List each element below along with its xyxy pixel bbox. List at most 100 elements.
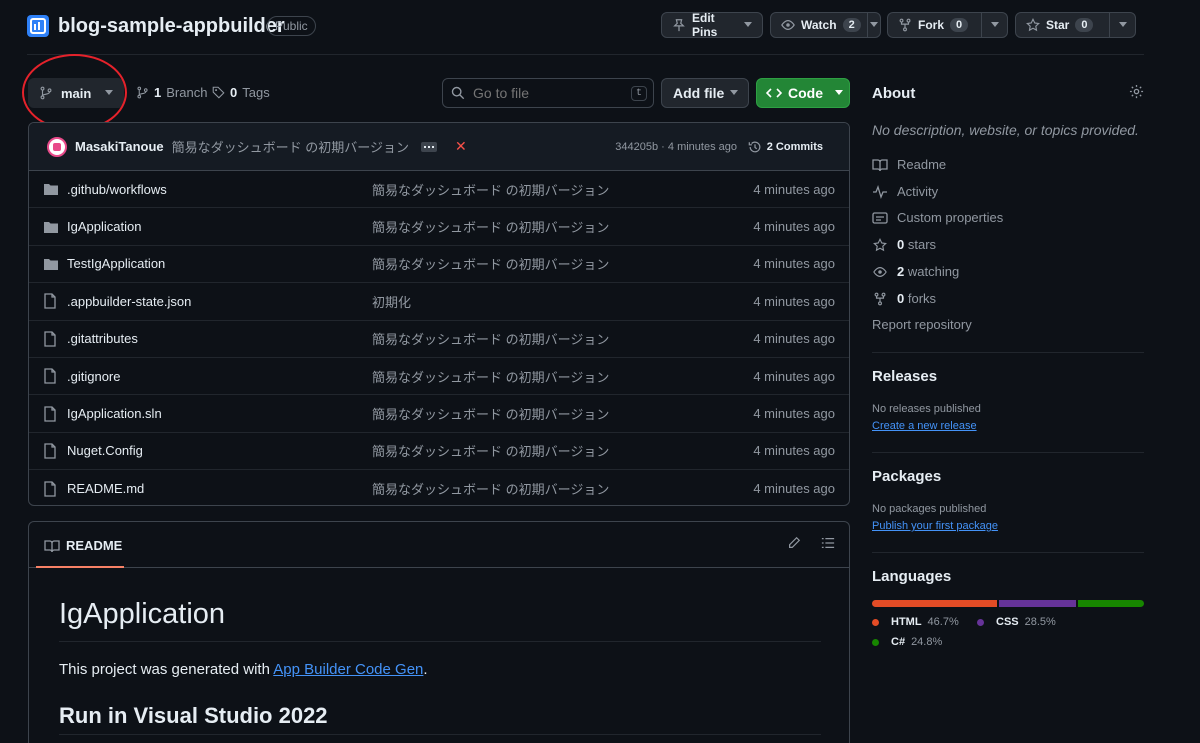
stars-link[interactable]: 0 stars (872, 237, 936, 252)
file-icon (43, 443, 59, 459)
eye-icon (781, 18, 795, 32)
commit-message[interactable]: 簡易なダッシュボード の初期バージョン (172, 137, 409, 156)
branch-selector[interactable]: main (28, 78, 124, 108)
code-label: Code (788, 85, 823, 101)
go-to-file-search[interactable]: t (442, 78, 654, 108)
watching-link[interactable]: 2 watching (872, 264, 959, 279)
active-tab-underline (36, 566, 124, 568)
language-item[interactable]: CSS 28.5% (977, 616, 1056, 628)
file-row[interactable]: TestIgApplication 簡易なダッシュボード の初期バージョン 4 mi… (29, 246, 849, 284)
folder-icon (43, 220, 59, 234)
publish-package-link[interactable]: Publish your first package (872, 520, 998, 532)
readme-link[interactable]: Readme (872, 157, 946, 172)
forks-link[interactable]: 0 forks (872, 291, 936, 306)
pulse-icon (872, 184, 888, 199)
branches-link[interactable]: 1 Branch (136, 85, 207, 100)
file-commit-message[interactable]: 簡易なダッシュボード の初期バージョン (372, 404, 609, 423)
file-commit-message[interactable]: 簡易なダッシュボード の初期バージョン (372, 367, 609, 386)
failed-status-icon[interactable]: ✕ (455, 138, 467, 155)
watching-count: 2 (897, 264, 905, 279)
forks-count: 0 (897, 291, 905, 306)
file-commit-message[interactable]: 簡易なダッシュボード の初期バージョン (372, 479, 609, 498)
file-name[interactable]: .appbuilder-state.json (67, 294, 372, 309)
file-name[interactable]: README.md (67, 481, 372, 496)
packages-heading[interactable]: Packages (872, 468, 941, 485)
fork-dropdown[interactable] (981, 13, 1007, 37)
commits-link[interactable]: 2 Commits (748, 140, 823, 154)
ellipsis-icon[interactable] (420, 141, 437, 152)
file-row[interactable]: IgApplication 簡易なダッシュボード の初期バージョン 4 minute… (29, 208, 849, 246)
stars-label: stars (907, 237, 937, 252)
star-dropdown[interactable] (1109, 13, 1135, 37)
watch-label: Watch (801, 18, 837, 32)
search-input[interactable] (473, 85, 623, 101)
file-commit-time: 4 minutes ago (753, 293, 835, 309)
file-row[interactable]: IgApplication.sln 簡易なダッシュボード の初期バージョン 4 mi… (29, 395, 849, 433)
chevron-down-icon (869, 22, 878, 28)
file-commit-message[interactable]: 簡易なダッシュボード の初期バージョン (372, 217, 609, 236)
watch-count: 2 (842, 18, 861, 32)
file-commit-time: 4 minutes ago (753, 368, 835, 384)
add-file-button[interactable]: Add file (661, 78, 749, 108)
language-percent: 28.5% (1024, 616, 1056, 628)
file-name[interactable]: TestIgApplication (67, 256, 372, 271)
forks-label: forks (907, 291, 937, 306)
search-shortcut: t (631, 85, 648, 101)
file-commit-message[interactable]: 簡易なダッシュボード の初期バージョン (372, 180, 609, 199)
outline-list-icon[interactable] (821, 536, 835, 550)
code-button[interactable]: Code (756, 78, 850, 108)
activity-link[interactable]: Activity (872, 184, 938, 199)
avatar[interactable] (47, 136, 67, 157)
file-name[interactable]: IgApplication.sln (67, 406, 372, 421)
file-row[interactable]: Nuget.Config 簡易なダッシュボード の初期バージョン 4 minutes… (29, 433, 849, 471)
edit-pins-button[interactable]: Edit Pins (661, 11, 763, 39)
file-commit-time: 4 minutes ago (753, 481, 835, 497)
fork-count: 0 (950, 18, 969, 32)
tab-readme[interactable]: README (44, 538, 122, 553)
history-icon (748, 140, 762, 154)
star-button[interactable]: Star 0 (1015, 12, 1136, 38)
repo-name[interactable]: blog-sample-appbuilder (58, 15, 285, 38)
file-commit-time: 4 minutes ago (753, 443, 835, 459)
add-file-label: Add file (673, 85, 725, 101)
commit-meta[interactable]: 344205b · 4 minutes ago (615, 141, 737, 153)
file-commit-message[interactable]: 簡易なダッシュボード の初期バージョン (372, 441, 609, 460)
tag-icon (212, 86, 225, 99)
language-bar-segment (872, 600, 998, 607)
app-builder-link[interactable]: App Builder Code Gen (273, 661, 423, 678)
file-row[interactable]: .github/workflows 簡易なダッシュボード の初期バージョン 4 mi… (29, 171, 849, 209)
git-branch-icon (39, 86, 53, 100)
file-name[interactable]: .gitattributes (67, 331, 372, 346)
pencil-icon[interactable] (787, 536, 801, 550)
report-repository-link[interactable]: Report repository (872, 317, 972, 332)
releases-empty: No releases published (872, 403, 981, 415)
commits-label: 2 Commits (766, 140, 823, 153)
watch-dropdown[interactable] (866, 13, 880, 37)
releases-heading[interactable]: Releases (872, 368, 937, 385)
watch-button[interactable]: Watch 2 (770, 12, 881, 38)
file-row[interactable]: .gitignore 簡易なダッシュボード の初期バージョン 4 minutes a… (29, 358, 849, 396)
gear-icon[interactable] (1129, 84, 1144, 99)
file-row[interactable]: .gitattributes 簡易なダッシュボード の初期バージョン 4 minut… (29, 321, 849, 358)
commit-author[interactable]: MasakiTanoue (75, 139, 164, 154)
readme-link-label: Readme (897, 157, 947, 172)
file-commit-message[interactable]: 簡易なダッシュボード の初期バージョン (372, 329, 609, 348)
language-color-dot (872, 618, 879, 626)
file-commit-message[interactable]: 初期化 (372, 292, 411, 311)
file-row[interactable]: README.md 簡易なダッシュボード の初期バージョン 4 minutes ag… (29, 470, 849, 505)
file-name[interactable]: .github/workflows (67, 182, 372, 197)
file-row[interactable]: .appbuilder-state.json 初期化 4 minutes ago (29, 283, 849, 321)
sidebar-divider (872, 452, 1144, 453)
fork-label: Fork (918, 18, 945, 32)
language-item[interactable]: HTML 46.7% (872, 616, 959, 628)
file-name[interactable]: Nuget.Config (67, 443, 372, 458)
file-name[interactable]: IgApplication (67, 219, 372, 234)
chevron-down-icon (105, 90, 114, 96)
file-name[interactable]: .gitignore (67, 369, 372, 384)
tags-link[interactable]: 0 Tags (212, 85, 270, 100)
fork-button[interactable]: Fork 0 (887, 12, 1008, 38)
create-release-link[interactable]: Create a new release (872, 420, 977, 432)
file-commit-message[interactable]: 簡易なダッシュボード の初期バージョン (372, 254, 609, 273)
language-item[interactable]: C# 24.8% (872, 636, 942, 648)
custom-properties-link[interactable]: Custom properties (872, 210, 1003, 225)
